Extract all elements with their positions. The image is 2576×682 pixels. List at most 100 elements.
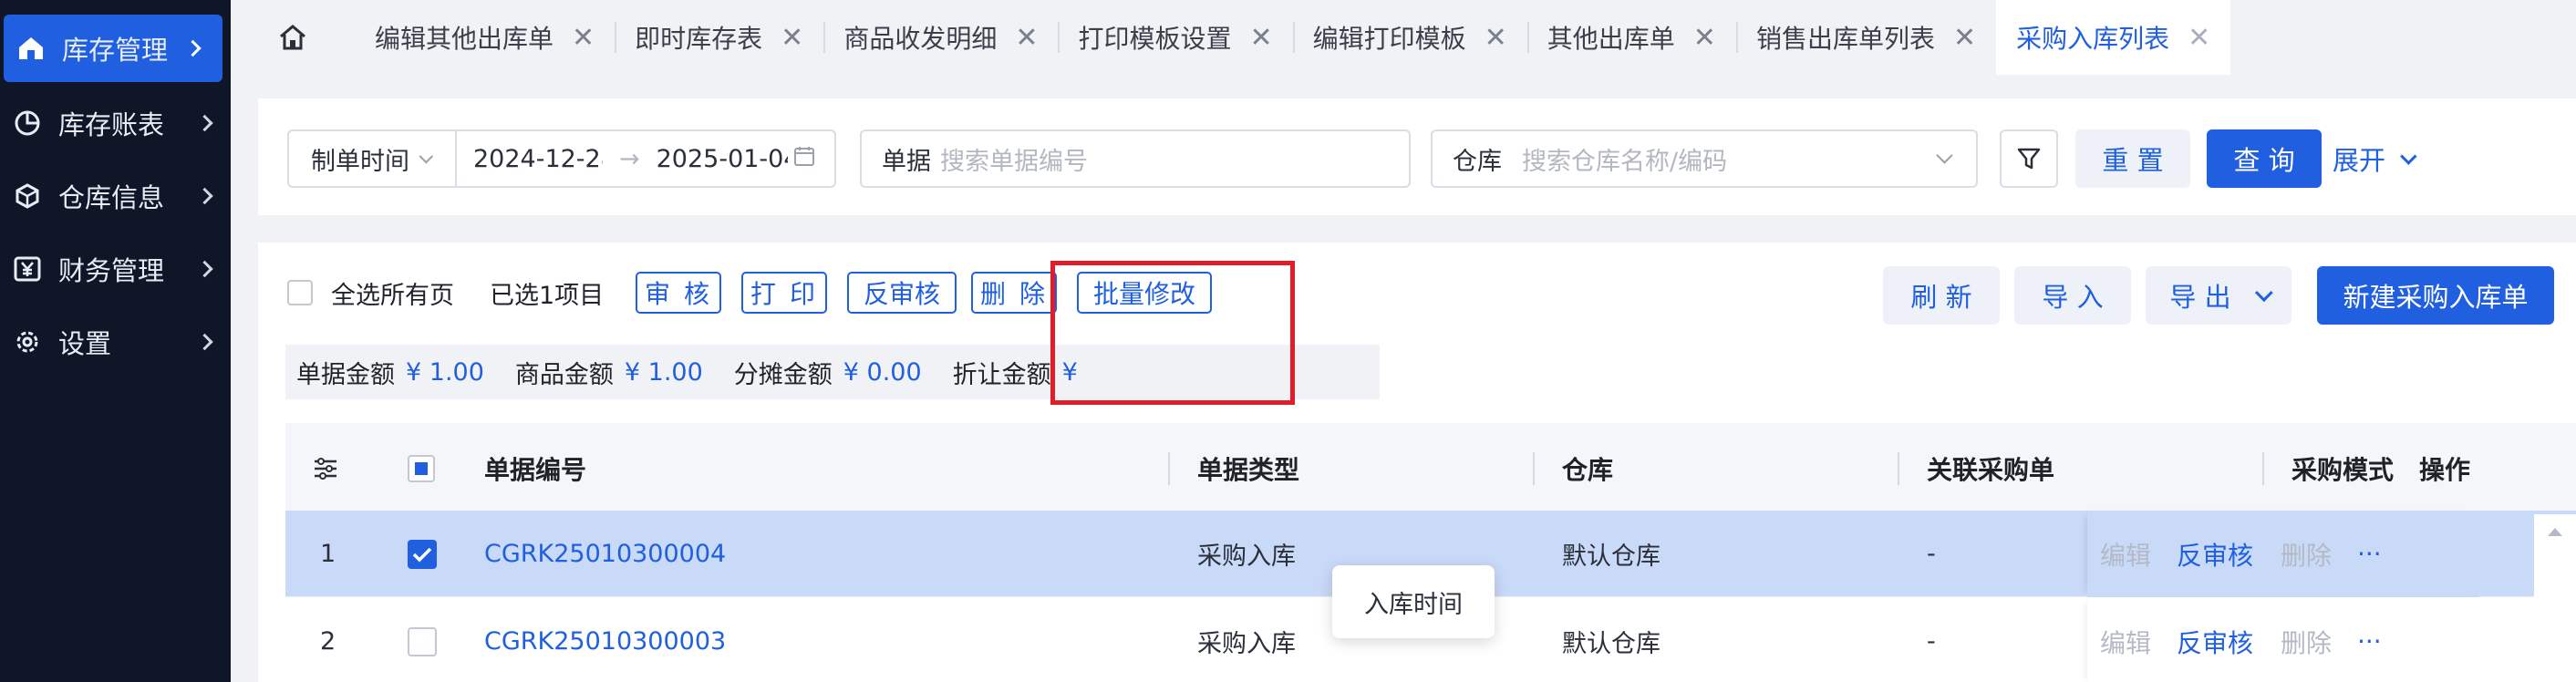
chevron-down-icon [1936,147,1953,164]
select-all-pages-label: 全选所有页 [331,282,454,310]
sidebar-item-settings[interactable]: 设置 [0,308,231,376]
close-icon[interactable]: ✕ [572,22,595,54]
header-select-all-checkbox[interactable] [408,423,435,514]
tab-edit-print-template[interactable]: 编辑打印模板 ✕ [1292,0,1527,75]
doc-search-field[interactable]: 单据 搜索单据编号 [860,129,1411,188]
close-icon[interactable]: ✕ [1485,22,1507,54]
date-start-input[interactable]: 2024-12-28 [473,145,603,173]
refresh-button[interactable]: 刷 新 [1883,266,2000,325]
sidebar-item-warehouse-info[interactable]: 仓库信息 [0,162,231,230]
sidebar-item-label: 库存管理 [62,35,169,66]
warehouse-label: 仓库 [1453,147,1502,176]
import-button[interactable]: 导 入 [2014,266,2131,325]
summary-label: 单据金额 [296,360,395,389]
query-button[interactable]: 查 询 [2207,129,2322,188]
home-icon [16,34,46,63]
column-divider[interactable] [2262,452,2264,485]
tab-label: 采购入库列表 [2016,24,2170,54]
batch-edit-menu: 入库时间 [1332,565,1495,638]
row-checkbox[interactable] [408,511,437,597]
unapprove-button[interactable]: 反审核 [847,272,957,314]
delete-action[interactable]: 删除 [2281,598,2332,682]
chevron-right-icon [196,333,213,351]
column-header-warehouse[interactable]: 仓库 [1562,423,1613,514]
tab-realtime-stock[interactable]: 即时库存表 ✕ [615,0,823,75]
column-header-type[interactable]: 单据类型 [1197,423,1299,514]
summary-value: ¥ 1.00 [624,357,703,387]
row-actions: 编辑 反审核 删除 ··· [2087,511,2479,597]
tab-print-template-settings[interactable]: 打印模板设置 ✕ [1058,0,1292,75]
row-checkbox[interactable] [408,598,437,682]
calendar-icon [793,145,815,173]
more-icon[interactable]: ··· [2357,511,2382,597]
tab-goods-io-detail[interactable]: 商品收发明细 ✕ [823,0,1058,75]
doc-code-link[interactable]: CGRK25010300004 [484,511,726,597]
close-icon[interactable]: ✕ [1249,22,1272,54]
batch-edit-button[interactable]: 批量修改 [1077,272,1212,314]
reset-button[interactable]: 重 置 [2075,129,2190,188]
delete-action[interactable]: 删除 [2281,511,2332,597]
close-icon[interactable]: ✕ [2188,22,2210,54]
related-po: - [1927,627,1936,656]
yen-icon [13,254,42,284]
tab-other-outbound[interactable]: 其他出库单 ✕ [1526,0,1736,75]
tab-home[interactable] [231,0,355,75]
chevron-right-icon [184,39,202,57]
more-icon[interactable]: ··· [2357,598,2382,682]
chevron-down-icon [2400,147,2417,165]
doc-code-link[interactable]: CGRK25010300003 [484,598,726,682]
chevron-right-icon [196,114,213,132]
doc-type: 采购入库 [1197,542,1296,571]
column-header-purchase-mode[interactable]: 采购模式 [2292,423,2394,514]
print-button[interactable]: 打 印 [741,272,827,314]
list-panel: 全选所有页 已选1项目 审 核 打 印 反审核 删 除 批量修改 刷 新 导 入… [258,243,2576,682]
column-header-related-po[interactable]: 关联采购单 [1927,423,2054,514]
tab-edit-other-outbound[interactable]: 编辑其他出库单 ✕ [355,0,615,75]
cube-icon [13,181,42,211]
unapprove-action[interactable]: 反审核 [2177,511,2253,597]
column-settings-icon[interactable] [313,423,338,514]
close-icon[interactable]: ✕ [781,22,803,54]
sidebar-item-label: 仓库信息 [58,182,165,213]
date-type-value: 制单时间 [311,147,409,176]
tab-sales-outbound-list[interactable]: 销售出库单列表 ✕ [1735,0,1996,75]
create-purchase-inbound-button[interactable]: 新建采购入库单 [2317,266,2554,325]
close-icon[interactable]: ✕ [1015,22,1038,54]
table-scrollbar[interactable] [2534,514,2576,682]
close-icon[interactable]: ✕ [1693,22,1716,54]
date-range-filter: 制单时间 2024-12-28 → 2025-01-04 [287,129,836,188]
row-actions: 编辑 反审核 删除 ··· [2087,598,2479,682]
export-label: 导 出 [2169,282,2231,313]
unapprove-action[interactable]: 反审核 [2177,598,2253,682]
date-type-select[interactable]: 制单时间 [289,131,457,186]
column-divider[interactable] [1898,452,1899,485]
warehouse-search-field[interactable]: 仓库 搜索仓库名称/编码 [1431,129,1978,188]
summary-value: ¥ [1061,357,1078,387]
expand-button[interactable]: 展开 [2333,129,2433,188]
tab-label: 商品收发明细 [843,24,998,54]
tab-label: 编辑其他出库单 [375,24,554,54]
column-divider[interactable] [1533,452,1535,485]
filter-button[interactable] [2000,129,2058,188]
close-icon[interactable]: ✕ [1953,22,1976,54]
sidebar-item-inventory-management[interactable]: 库存管理 [4,15,222,82]
column-divider[interactable] [1168,452,1170,485]
approve-button[interactable]: 审 核 [636,272,721,314]
chevron-down-icon [2254,284,2273,303]
row-index: 2 [320,627,336,656]
menu-item-inbound-time[interactable]: 入库时间 [1364,584,1463,620]
doc-label: 单据 [882,147,931,176]
home-icon [280,25,305,50]
sidebar-item-inventory-reports[interactable]: 库存账表 [0,89,231,157]
column-header-code[interactable]: 单据编号 [484,423,586,514]
edit-action[interactable]: 编辑 [2100,598,2151,682]
scroll-up-arrow-icon[interactable] [2534,518,2576,545]
date-end-input[interactable]: 2025-01-04 [657,145,788,173]
delete-button[interactable]: 删 除 [971,272,1057,314]
select-all-pages-checkbox[interactable] [287,280,313,305]
summary-label: 分摊金额 [733,360,833,389]
export-dropdown-button[interactable]: 导 出 [2146,266,2292,325]
edit-action[interactable]: 编辑 [2100,511,2151,597]
tab-purchase-inbound-list[interactable]: 采购入库列表 ✕ [1996,0,2231,75]
sidebar-item-finance[interactable]: 财务管理 [0,235,231,303]
